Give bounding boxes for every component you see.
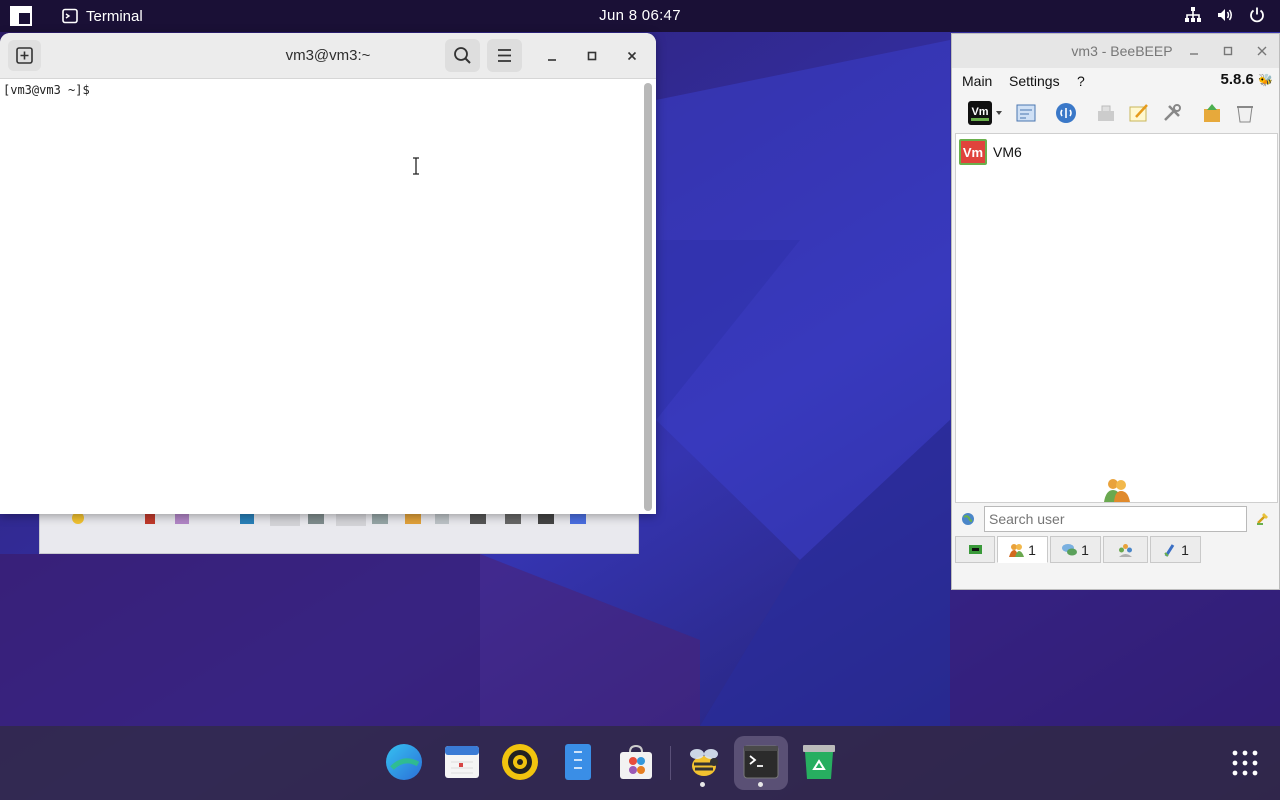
tab-users[interactable]: 1 — [997, 536, 1048, 563]
tab-status[interactable] — [955, 536, 995, 563]
users-group-icon — [1104, 479, 1130, 502]
chats-icon — [1062, 543, 1078, 555]
search-button[interactable] — [445, 39, 480, 72]
app-grid-icon[interactable] — [1232, 750, 1258, 776]
tab-files-count: 1 — [1181, 541, 1189, 558]
edit-profile-icon[interactable] — [1014, 101, 1038, 125]
tab-groups[interactable] — [1103, 536, 1148, 563]
menu-settings[interactable]: Settings — [1009, 73, 1060, 89]
status-icon — [968, 544, 982, 554]
tab-chats[interactable]: 1 — [1050, 536, 1101, 563]
version-number: 5.8.6 — [1220, 71, 1254, 88]
tab-users-count: 1 — [1028, 541, 1036, 558]
menu-button[interactable] — [487, 39, 522, 72]
beebeep-window[interactable]: vm3 - BeeBEEP Main Settings ? 5.8.6 🐝 Vm… — [951, 33, 1280, 590]
status-avatar-icon: Vm — [971, 106, 989, 121]
power-icon[interactable] — [1248, 6, 1266, 24]
running-indicator — [700, 782, 705, 787]
active-app-indicator[interactable]: Terminal — [62, 6, 143, 26]
terminal-output[interactable]: [vm3@vm3 ~]$ — [0, 79, 642, 514]
menu-main[interactable]: Main — [962, 73, 992, 89]
close-icon[interactable] — [1255, 44, 1269, 58]
clock[interactable]: Jun 8 06:47 — [560, 7, 720, 24]
beebeep-menubar: Main Settings ? 5.8.6 🐝 — [952, 70, 1279, 92]
tab-files[interactable]: 1 — [1150, 536, 1201, 563]
user-name: VM6 — [993, 144, 1022, 160]
active-app-name: Terminal — [86, 7, 143, 25]
terminal-headerbar[interactable]: vm3@vm3:~ — [0, 33, 656, 79]
terminal-small-icon — [62, 8, 78, 24]
users-icon — [1009, 543, 1025, 557]
calendar-icon[interactable] — [442, 742, 482, 782]
minimize-icon[interactable] — [541, 45, 563, 67]
close-icon[interactable] — [621, 45, 643, 67]
hamburger-icon — [498, 49, 511, 62]
beebeep-toolbar: Vm — [952, 96, 1279, 130]
groups-icon — [1119, 543, 1132, 557]
search-user-row — [952, 504, 1279, 534]
software-store-icon[interactable] — [616, 742, 656, 782]
send-file-icon[interactable] — [1094, 101, 1118, 125]
network-icon[interactable] — [1184, 6, 1202, 24]
recycle-icon[interactable] — [799, 742, 839, 782]
chevron-down-icon[interactable] — [994, 101, 1004, 125]
activities-icon[interactable] — [10, 6, 32, 26]
clear-search-icon[interactable] — [1255, 510, 1271, 526]
dock — [0, 726, 1280, 800]
user-list: Vm VM6 — [955, 133, 1278, 503]
search-icon — [454, 47, 471, 64]
new-tab-button[interactable] — [8, 40, 41, 71]
tab-chats-count: 1 — [1081, 541, 1089, 558]
dock-separator — [670, 746, 671, 780]
update-icon[interactable] — [1200, 101, 1224, 125]
volume-icon[interactable] — [1216, 6, 1234, 24]
preferences-icon[interactable] — [1160, 101, 1184, 125]
shell-prompt: [vm3@vm3 ~]$ — [3, 83, 90, 97]
music-icon[interactable] — [500, 742, 540, 782]
beebeep-titlebar[interactable]: vm3 - BeeBEEP — [952, 34, 1279, 68]
system-tray[interactable] — [1184, 6, 1266, 24]
trash-icon[interactable] — [1233, 101, 1257, 125]
search-user-input[interactable] — [984, 506, 1247, 532]
terminal-title: vm3@vm3:~ — [285, 47, 371, 64]
terminal-icon[interactable] — [741, 742, 781, 782]
user-list-item[interactable]: Vm VM6 — [959, 139, 1022, 165]
maximize-icon[interactable] — [1221, 44, 1235, 58]
status-avatar-button[interactable]: Vm — [968, 101, 992, 125]
terminal-window[interactable]: vm3@vm3:~ [vm3@vm3 ~]$ — [0, 33, 656, 514]
minimize-icon[interactable] — [1187, 44, 1201, 58]
files-icon — [1164, 543, 1175, 557]
globe-icon[interactable] — [961, 512, 975, 526]
bee-mini-icon: 🐝 — [1258, 73, 1273, 87]
new-tab-icon — [16, 47, 33, 64]
version-label: 5.8.6 🐝 — [1221, 71, 1274, 88]
beebeep-icon[interactable] — [684, 742, 724, 782]
menu-help[interactable]: ? — [1077, 73, 1085, 89]
beebeep-tabs: 1 1 1 — [955, 536, 1277, 564]
network-broadcast-icon[interactable] — [1054, 101, 1078, 125]
write-message-icon[interactable] — [1127, 101, 1151, 125]
terminal-scrollbar[interactable] — [644, 83, 652, 511]
running-indicator — [758, 782, 763, 787]
user-avatar: Vm — [959, 139, 987, 165]
text-cursor-icon — [413, 157, 419, 175]
browser-icon[interactable] — [384, 742, 424, 782]
files-icon[interactable] — [558, 742, 598, 782]
maximize-icon[interactable] — [581, 45, 603, 67]
top-panel: Terminal Jun 8 06:47 — [0, 0, 1280, 32]
